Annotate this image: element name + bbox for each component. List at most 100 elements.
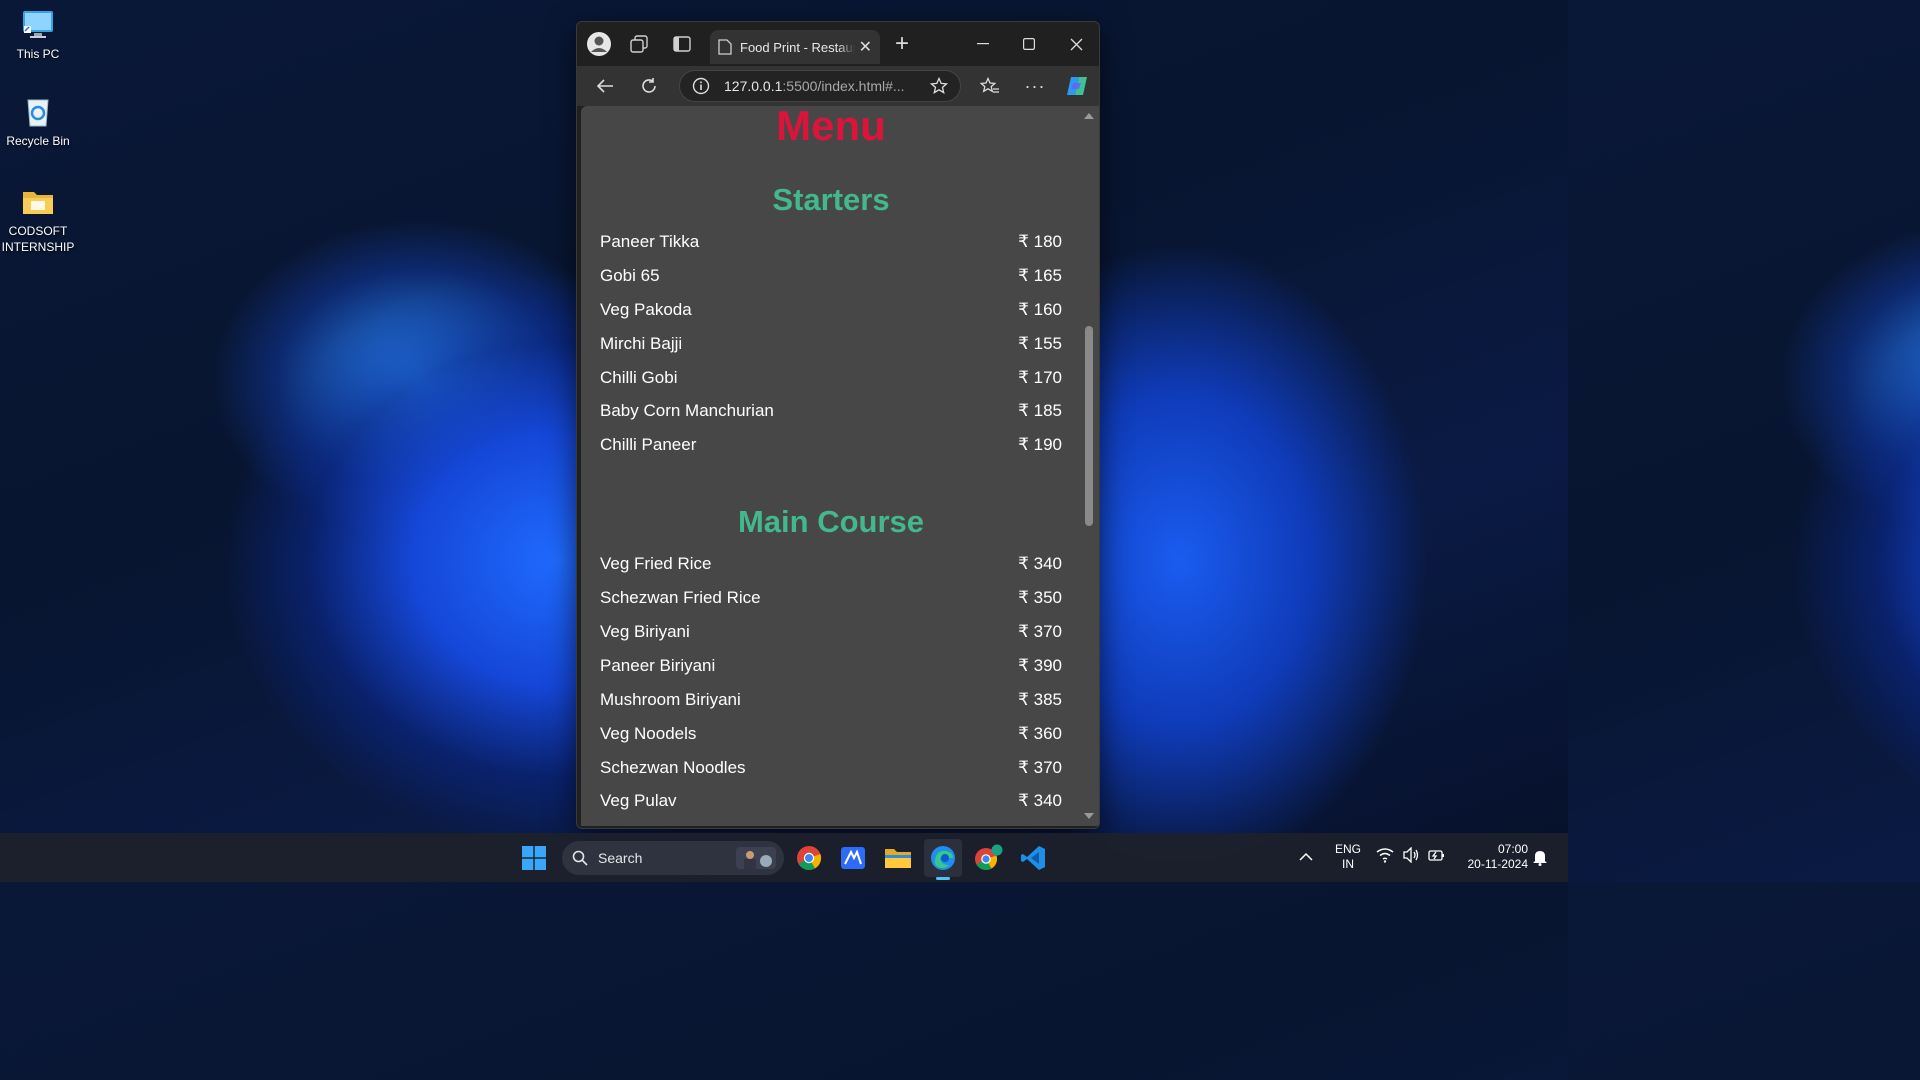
vertical-scrollbar[interactable]: [1079, 106, 1099, 826]
item-price: ₹ 160: [1018, 299, 1062, 319]
item-name: Veg Fried Rice: [600, 554, 712, 574]
scrollbar-thumb[interactable]: [1085, 326, 1093, 526]
menu-item: Paneer Tikka ₹ 180: [581, 225, 1081, 259]
url-text: 127.0.0.1:5500/index.html#...: [724, 78, 930, 94]
favorites-button[interactable]: [970, 68, 1010, 104]
notifications-button[interactable]: [1532, 848, 1548, 871]
bell-icon: [1533, 851, 1547, 866]
web-page-viewport[interactable]: Menu Starters Paneer Tikka ₹ 180 Gobi 65 ₹…: [581, 106, 1081, 826]
item-price: ₹ 340: [1018, 791, 1062, 811]
item-price: ₹ 360: [1018, 723, 1062, 743]
url-path: :5500/index.html#...: [782, 78, 905, 94]
profile-icon: [587, 32, 611, 56]
item-price: ₹ 155: [1018, 333, 1062, 353]
item-price: ₹ 370: [1018, 757, 1062, 777]
menu-item: Mirchi Bajji ₹ 155: [581, 327, 1081, 361]
desktop-icon-label: This PC: [16, 47, 60, 61]
scroll-down-arrow-icon[interactable]: [1083, 812, 1095, 820]
region-code: IN: [1342, 857, 1354, 871]
menu-item: Chilli Paneer ₹ 190: [581, 428, 1081, 462]
chevron-up-icon: [1299, 852, 1313, 861]
copilot-icon: [1067, 77, 1087, 95]
main-course-list: Veg Fried Rice ₹ 340 Schezwan Fried Rice ₹…: [581, 547, 1081, 818]
menu-item: Veg Noodels ₹ 360: [581, 717, 1081, 751]
item-name: Baby Corn Manchurian: [600, 401, 774, 421]
section-title-main-course: Main Course: [737, 504, 925, 540]
minimize-button[interactable]: [960, 30, 1006, 58]
workspaces-icon: [630, 35, 648, 53]
item-name: Mirchi Bajji: [600, 333, 683, 353]
clock[interactable]: 07:00 20-11-2024: [1456, 842, 1529, 872]
tab-bar: Food Print - Restaurant ✕ +: [577, 22, 1099, 66]
address-bar[interactable]: 127.0.0.1:5500/index.html#...: [679, 70, 961, 102]
refresh-button[interactable]: [629, 68, 669, 104]
close-window-button[interactable]: [1053, 30, 1099, 58]
show-hidden-icons-button[interactable]: [1299, 849, 1313, 867]
navigation-toolbar: 127.0.0.1:5500/index.html#... ···: [577, 66, 1099, 106]
folder-icon: [21, 185, 55, 219]
network-volume-battery[interactable]: [1376, 847, 1446, 863]
volume-icon: [1403, 847, 1419, 863]
taskbar-vscode[interactable]: [1014, 839, 1052, 877]
item-name: Gobi 65: [600, 265, 660, 285]
menu-item: Paneer Biriyani ₹ 390: [581, 649, 1081, 683]
tab-close-icon[interactable]: ✕: [859, 37, 872, 57]
new-tab-button[interactable]: +: [882, 26, 922, 62]
taskbar-edge[interactable]: [924, 839, 962, 880]
chrome-icon: [797, 846, 822, 871]
taskbar-file-explorer[interactable]: [879, 839, 917, 877]
clock-date: 20-11-2024: [1467, 857, 1529, 871]
windows-logo-icon: [522, 846, 546, 870]
menu-item: Schezwan Fried Rice ₹ 350: [581, 581, 1081, 615]
item-price: ₹ 190: [1018, 435, 1062, 455]
back-button[interactable]: [585, 68, 625, 104]
workspaces-button[interactable]: [619, 26, 659, 62]
vertical-tabs-button[interactable]: [662, 26, 702, 62]
desktop-icon-label: Recycle Bin: [6, 134, 70, 148]
browser-window: Food Print - Restaurant ✕ + 127.0.0.1:55…: [576, 21, 1100, 829]
scroll-up-arrow-icon[interactable]: [1083, 112, 1095, 120]
wifi-icon: [1376, 848, 1394, 863]
active-indicator: [936, 877, 950, 880]
battery-charging-icon: [1428, 850, 1444, 861]
page-icon: [718, 39, 732, 55]
menu-item: Schezwan Noodles ₹ 370: [581, 751, 1081, 785]
desktop-icon-label: CODSOFT INTERNSHIP: [1, 224, 75, 254]
minimize-icon: [977, 43, 989, 45]
profile-button[interactable]: [579, 26, 619, 62]
language-indicator[interactable]: ENG IN: [1330, 842, 1366, 872]
close-icon: [1070, 38, 1082, 50]
desktop-icon-recycle-bin[interactable]: Recycle Bin: [0, 95, 76, 149]
menu-heading: Menu: [776, 106, 886, 149]
tab-food-print[interactable]: Food Print - Restaurant ✕: [710, 30, 880, 64]
menu-item: Veg Pulav ₹ 340: [581, 784, 1081, 818]
desktop-icon-codsoft-folder[interactable]: CODSOFT INTERNSHIP: [0, 185, 76, 255]
taskbar-search[interactable]: Search: [562, 841, 784, 875]
taskbar-chrome-profile[interactable]: [969, 839, 1007, 877]
item-name: Mushroom Biriyani: [600, 689, 741, 709]
menu-item: Veg Biriyani ₹ 370: [581, 615, 1081, 649]
taskbar: Search ENG IN 07:00 20-11-2024: [0, 833, 1568, 882]
monitor-icon: [21, 8, 55, 42]
item-price: ₹ 350: [1018, 588, 1062, 608]
back-arrow-icon: [596, 79, 613, 93]
site-info-icon[interactable]: [692, 77, 710, 95]
item-name: Veg Pakoda: [600, 299, 692, 319]
search-icon: [572, 850, 588, 866]
vscode-icon: [1021, 846, 1045, 870]
item-name: Veg Biriyani: [600, 621, 690, 641]
item-price: ₹ 340: [1018, 554, 1062, 574]
taskbar-app-store[interactable]: [834, 839, 872, 877]
menu-item: Veg Pakoda ₹ 160: [581, 293, 1081, 327]
tab-title: Food Print - Restaurant: [740, 39, 855, 55]
edge-icon: [931, 846, 955, 870]
desktop-icon-this-pc[interactable]: This PC: [0, 8, 76, 62]
url-host: 127.0.0.1: [724, 78, 783, 94]
start-button[interactable]: [515, 839, 553, 877]
maximize-button[interactable]: [1006, 30, 1052, 58]
copilot-button[interactable]: [1057, 68, 1097, 104]
taskbar-chrome[interactable]: [790, 839, 828, 877]
more-options-button[interactable]: ···: [1015, 68, 1055, 104]
favorite-star-icon[interactable]: [930, 77, 948, 95]
folder-icon: [885, 849, 911, 868]
